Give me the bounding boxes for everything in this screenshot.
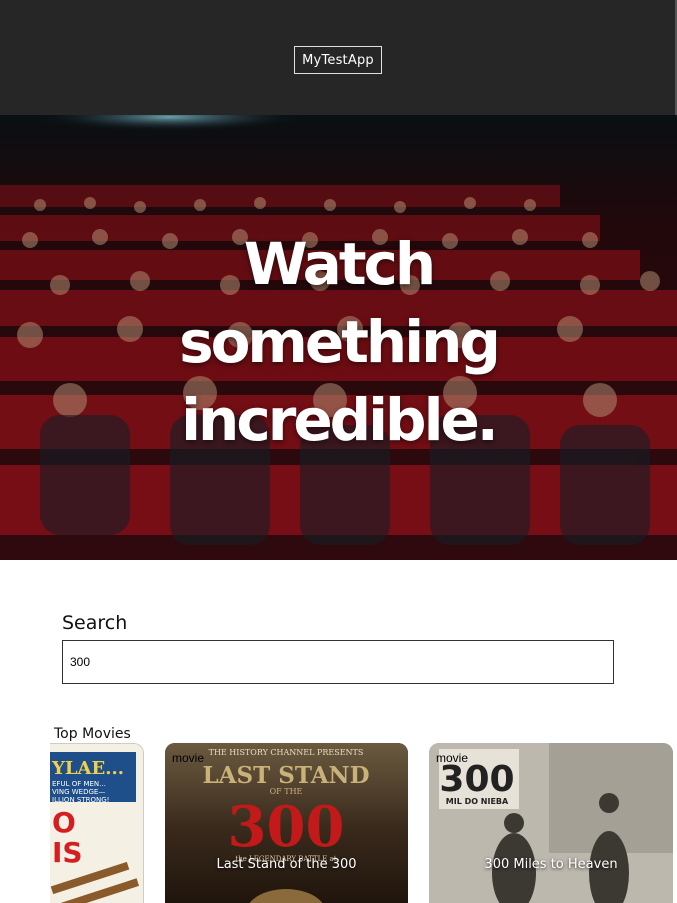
poster-title-text: 300 [439,759,514,800]
search-input[interactable] [62,640,614,684]
hero-line-1: Watch [243,230,436,298]
svg-text:IS: IS [52,836,83,869]
svg-text:300: 300 [228,794,345,860]
poster-presenter-text: THE HISTORY CHANNEL PRESENTS [209,748,364,757]
movie-poster: 300 MIL DO NIEBA [429,743,673,903]
card-title: Last Stand of the 300 [216,857,357,872]
card-type-label: movie [172,751,205,765]
svg-text:O: O [52,806,76,839]
hero-line-2: something [179,308,501,376]
hero-banner: Watch something incredible. [0,115,677,560]
svg-text:ILLION STRONG!: ILLION STRONG! [52,796,109,804]
svg-text:EFUL OF MEN...: EFUL OF MEN... [52,780,106,788]
card-title: 300 Miles to Heaven [484,857,618,872]
hero-line-3: incredible. [181,386,499,454]
app-header: MyTestApp [0,0,677,115]
movie-poster: THE HISTORY CHANNEL PRESENTS LAST STAND … [165,743,408,903]
svg-text:MIL DO NIEBA: MIL DO NIEBA [446,797,509,806]
brand-logo-button[interactable]: MyTestApp [294,46,382,74]
poster-title-text: LAST STAND [202,762,369,789]
movie-poster: YLAE... EFUL OF MEN... VING WEDGE— ILLIO… [50,744,143,903]
poster-title-text: YLAE... [51,758,124,779]
top-movies-heading: Top Movies [54,726,131,742]
card-type-label: movie [436,751,469,765]
search-label: Search [62,612,128,634]
movie-card[interactable]: 300 MIL DO NIEBA movie 300 Miles to Heav… [429,743,673,903]
svg-text:VING WEDGE—: VING WEDGE— [52,788,105,796]
movie-card[interactable]: THE HISTORY CHANNEL PRESENTS LAST STAND … [165,743,408,903]
movie-card[interactable]: YLAE... EFUL OF MEN... VING WEDGE— ILLIO… [50,743,144,903]
hero-heading: Watch something incredible. [0,225,677,459]
